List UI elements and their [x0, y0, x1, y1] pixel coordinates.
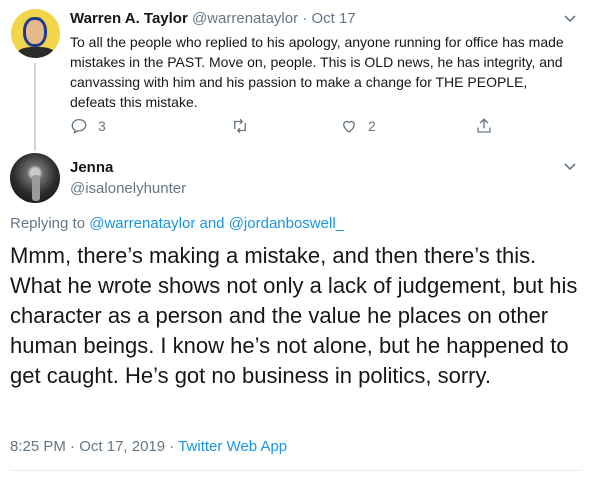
reply-author-name[interactable]: Jenna [70, 159, 113, 176]
avatar-warren[interactable] [11, 9, 60, 58]
meta-separator: · [70, 438, 76, 455]
share-icon [477, 118, 491, 133]
chevron-down-icon[interactable] [563, 160, 577, 174]
retweet-button[interactable] [231, 116, 259, 136]
like-count: 2 [368, 118, 376, 134]
avatar-jenna[interactable] [10, 153, 60, 203]
reply-button[interactable]: 3 [70, 116, 106, 136]
avatar-face [23, 17, 47, 47]
replying-to-line: Replying to @warrenataylor and @jordanbo… [10, 215, 344, 232]
header-separator: · [302, 10, 308, 27]
tweet-source-link[interactable]: Twitter Web App [178, 438, 287, 455]
tweet-date[interactable]: Oct 17, 2019 [79, 438, 165, 455]
parent-author-handle[interactable]: @warrenataylor [192, 10, 298, 27]
parent-tweet-header: Warren A. Taylor @warrenataylor · Oct 17 [70, 10, 356, 27]
reply-icon [71, 118, 87, 135]
parent-tweet-text: To all the people who replied to his apo… [70, 34, 564, 110]
tweet-time[interactable]: 8:25 PM [10, 438, 66, 455]
like-icon [343, 120, 355, 133]
divider [10, 470, 582, 471]
parent-tweet-date[interactable]: Oct 17 [311, 10, 355, 27]
share-button[interactable] [475, 116, 493, 136]
replying-and: and [199, 215, 225, 232]
chevron-down-icon[interactable] [563, 12, 577, 26]
tweet-meta: 8:25 PM · Oct 17, 2019 · Twitter Web App [10, 438, 287, 455]
avatar-figure [32, 175, 40, 201]
replying-prefix: Replying to [10, 215, 86, 232]
replying-user-link[interactable]: @jordanboswell_ [229, 215, 344, 232]
retweet-icon [234, 118, 246, 134]
reply-author-handle[interactable]: @isalonelyhunter [70, 180, 186, 197]
meta-separator: · [169, 438, 175, 455]
replying-user-link[interactable]: @warrenataylor [89, 215, 195, 232]
reply-tweet-text: Mmm, there’s making a mistake, and then … [10, 243, 578, 388]
like-button[interactable]: 2 [340, 116, 376, 136]
parent-author-name[interactable]: Warren A. Taylor [70, 10, 188, 27]
avatar-shirt [17, 47, 55, 58]
reply-count: 3 [98, 118, 106, 134]
thread-line [34, 63, 36, 151]
